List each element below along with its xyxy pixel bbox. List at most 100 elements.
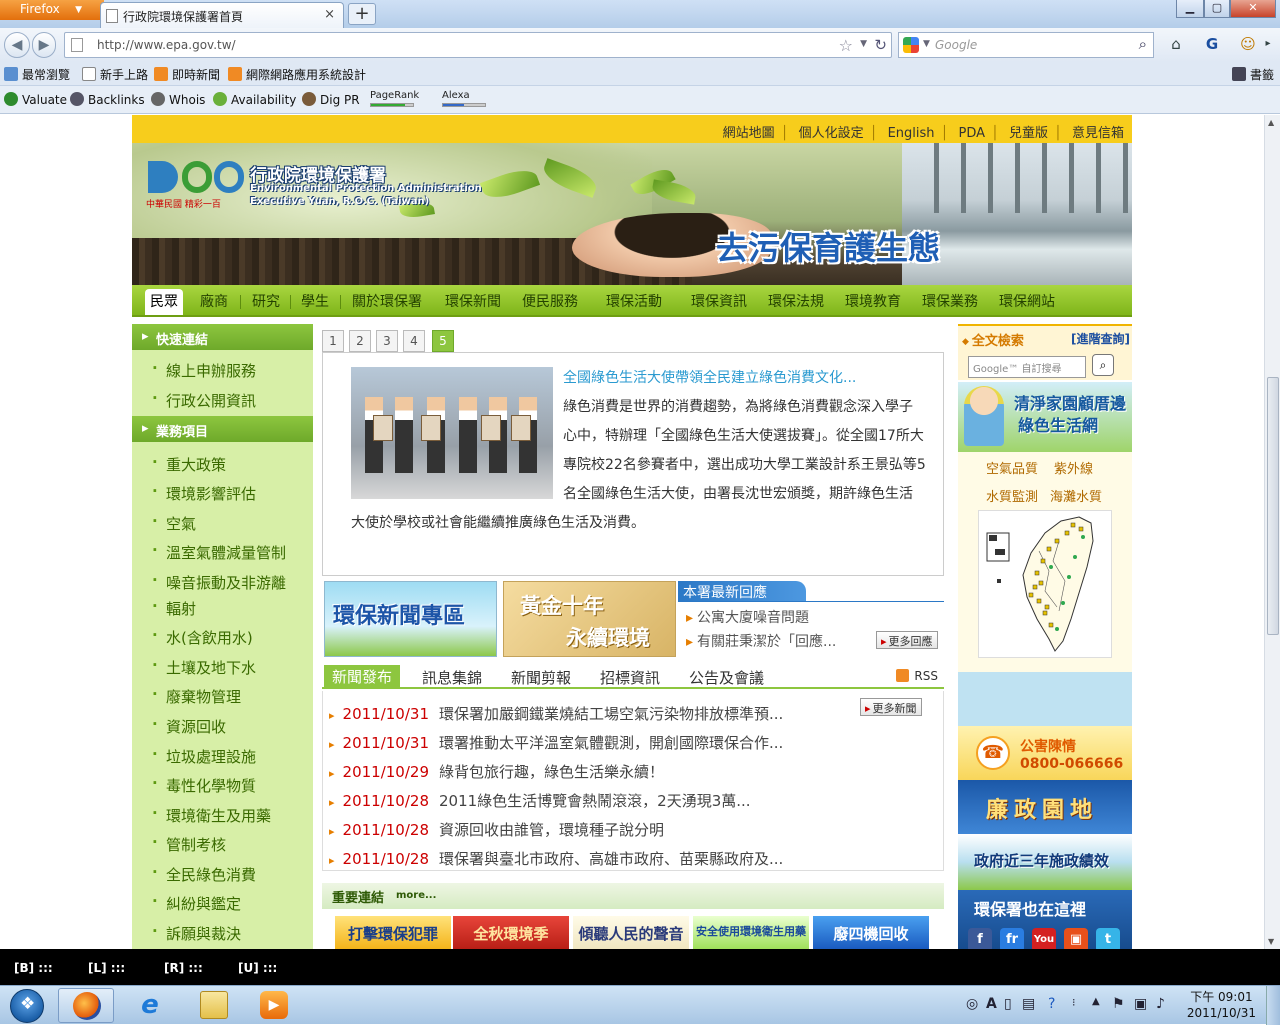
link-banner-listen[interactable]: 傾聽人民的聲音 (573, 916, 689, 949)
home-icon[interactable]: ⌂ (1164, 33, 1188, 57)
news-item[interactable]: 2011/10/31 環保署加嚴鋼鐵業燒結工場空氣污染物排放標準預... (329, 703, 784, 724)
advanced-search-link[interactable]: [進階查詢] (1071, 330, 1130, 347)
link-banner-autumn[interactable]: 全秋環境季 (453, 916, 569, 949)
start-button[interactable] (2, 986, 52, 1025)
browser-tab[interactable]: 行政院環境保護署首頁 × (100, 2, 344, 28)
close-window-button[interactable]: ✕ (1230, 0, 1276, 18)
taskbar-explorer[interactable] (186, 988, 242, 1023)
link-personalize[interactable]: 個人化設定 (799, 126, 864, 141)
maximize-button[interactable]: ▢ (1204, 0, 1230, 18)
integrity-banner[interactable]: 廉政園地 (958, 780, 1132, 834)
sidebar-item-green[interactable]: 全民綠色消費 (152, 863, 256, 885)
more-links[interactable]: more... (396, 890, 436, 901)
sidebar-item-air[interactable]: 空氣 (152, 512, 196, 534)
performance-banner[interactable]: 政府近三年施政績效 (958, 834, 1132, 890)
rss-link[interactable]: RSS (896, 669, 938, 683)
sidebar-item-appeals[interactable]: 訴願與裁決 (152, 922, 241, 944)
bookmark-star-icon[interactable]: ☆ (839, 36, 853, 55)
bookmark-getting-started[interactable]: 新手上路 (82, 66, 148, 83)
sidebar-item-sanitation[interactable]: 環境衛生及用藥 (152, 804, 271, 826)
nav-services[interactable]: 便民服務 (522, 291, 578, 311)
nav-news[interactable]: 環保新聞 (445, 291, 501, 311)
sidebar-item-water[interactable]: 水(含飲用水) (152, 626, 253, 648)
tab-tenders[interactable]: 招標資訊 (600, 667, 660, 688)
search-bar[interactable]: ▼ Google ⌕ (898, 32, 1154, 58)
ime-options-icon[interactable]: ⁝ (1072, 996, 1076, 1009)
twitter-icon[interactable]: t (1096, 928, 1120, 949)
history-dropdown-icon[interactable]: ▼ (860, 39, 867, 49)
status-r[interactable]: [R] ::: (164, 961, 203, 975)
alexa-meter[interactable]: Alexa (442, 90, 486, 107)
url-text[interactable]: http://www.epa.gov.tw/ (97, 38, 236, 52)
ime-menu-icon[interactable]: ▤ (1022, 996, 1035, 1012)
network-icon[interactable]: ▣ (1134, 996, 1147, 1012)
valuate-button[interactable]: Valuate (4, 92, 67, 107)
news-item[interactable]: 2011/10/31 環署推動太平洋溫室氣體觀測，開創國際環保合作... (329, 732, 784, 753)
link-pda[interactable]: PDA (959, 126, 986, 141)
status-u[interactable]: [U] ::: (238, 961, 277, 975)
search-go-icon[interactable]: ⌕ (1092, 354, 1114, 376)
link-beach-water[interactable]: 海灘水質 (1050, 486, 1102, 505)
feature-tab-4[interactable]: 4 (403, 330, 425, 352)
status-l[interactable]: [L] ::: (88, 961, 125, 975)
plurk-icon[interactable]: ▣ (1064, 928, 1088, 949)
sidebar-item-ghg[interactable]: 溫室氣體減量管制 (152, 541, 286, 563)
nav-students[interactable]: 學生 (301, 291, 329, 311)
sidebar-item-soil[interactable]: 土壤及地下水 (152, 656, 256, 678)
sidebar-item-recycling[interactable]: 資源回收 (152, 715, 226, 737)
facebook-icon[interactable]: f (968, 928, 992, 949)
close-tab-icon[interactable]: × (324, 7, 335, 22)
forward-arrow-icon[interactable]: ▶ (32, 32, 56, 58)
scroll-down-icon[interactable]: ▼ (1268, 937, 1274, 946)
nav-research[interactable]: 研究 (252, 291, 280, 311)
nav-info[interactable]: 環保資訊 (691, 291, 747, 311)
url-bar[interactable]: http://www.epa.gov.tw/ ☆ ▼ ↻ (64, 32, 892, 58)
youtube-icon[interactable]: You (1032, 928, 1056, 949)
show-hidden-icons-icon[interactable]: ▲ (1092, 996, 1100, 1007)
link-air-quality[interactable]: 空氣品質 (986, 458, 1038, 477)
sidebar-item-control[interactable]: 管制考核 (152, 833, 226, 855)
pollution-hotline-banner[interactable]: ☎ 公害陳情 0800-066666 (958, 726, 1132, 780)
sidebar-item-garbage[interactable]: 垃圾處理設施 (152, 745, 256, 767)
reply-item[interactable]: 公寓大廈噪音問題 (686, 607, 809, 627)
link-sitemap[interactable]: 網站地圖 (723, 126, 775, 141)
sidebar-item-online-services[interactable]: 線上申辦服務 (152, 359, 256, 381)
scroll-thumb[interactable] (1267, 377, 1279, 635)
clean-home-banner[interactable]: 清淨家園顧厝邊 綠色生活網 (958, 382, 1132, 452)
news-item[interactable]: 2011/10/29 綠背包旅行趣，綠色生活樂永續！ (329, 761, 664, 782)
news-item[interactable]: 2011/10/28 環保署與臺北市政府、高雄市政府、苗栗縣政府及... (329, 848, 784, 869)
link-banner-recycle[interactable]: 廢四機回收 (813, 916, 929, 949)
sidebar-item-radiation[interactable]: 輻射 (152, 597, 196, 619)
feature-tab-3[interactable]: 3 (376, 330, 398, 352)
feature-title[interactable]: 全國綠色生活大使帶領全民建立綠色消費文化... (563, 367, 856, 387)
volume-icon[interactable]: ♪ (1156, 996, 1165, 1012)
sidebar-item-public-info[interactable]: 行政公開資訊 (152, 389, 256, 411)
nav-education[interactable]: 環境教育 (845, 291, 901, 311)
sidebar-item-eia[interactable]: 環境影響評估 (152, 482, 256, 504)
dig-pr-button[interactable]: Dig PR (302, 92, 360, 107)
sidebar-item-noise[interactable]: 噪音振動及非游離 (152, 571, 286, 593)
minimize-button[interactable]: ▁ (1176, 0, 1204, 18)
link-kids[interactable]: 兒童版 (1009, 126, 1048, 141)
search-icon[interactable]: ⌕ (1139, 35, 1147, 53)
reply-item[interactable]: 有關莊秉潔於「回應... (686, 631, 836, 651)
feature-tab-2[interactable]: 2 (349, 330, 371, 352)
link-feedback[interactable]: 意見信箱 (1072, 126, 1124, 141)
bookmark-most-visited[interactable]: 最常瀏覽 (4, 66, 70, 83)
feature-tab-1[interactable]: 1 (322, 330, 344, 352)
back-arrow-icon[interactable]: ◀ (4, 32, 30, 58)
epa-logo[interactable] (148, 161, 244, 197)
sidebar-item-toxic[interactable]: 毒性化學物質 (152, 774, 256, 796)
show-desktop-button[interactable] (1266, 986, 1280, 1025)
tab-news-digest[interactable]: 訊息集錦 (422, 667, 482, 688)
status-b[interactable]: [B] ::: (14, 961, 53, 975)
link-english[interactable]: English (888, 126, 935, 141)
taskbar-firefox[interactable] (58, 988, 114, 1023)
sidebar-item-disputes[interactable]: 糾紛與鑑定 (152, 892, 241, 914)
link-water-quality[interactable]: 水質監測 (986, 486, 1038, 505)
input-method-icon[interactable]: ◎ (966, 996, 978, 1012)
whois-button[interactable]: Whois (151, 92, 205, 107)
tab-announcements[interactable]: 公告及會議 (689, 667, 764, 688)
taskbar-media-player[interactable]: ▶ (246, 988, 302, 1023)
firefox-menu-button[interactable]: Firefox ▼ (0, 0, 104, 20)
